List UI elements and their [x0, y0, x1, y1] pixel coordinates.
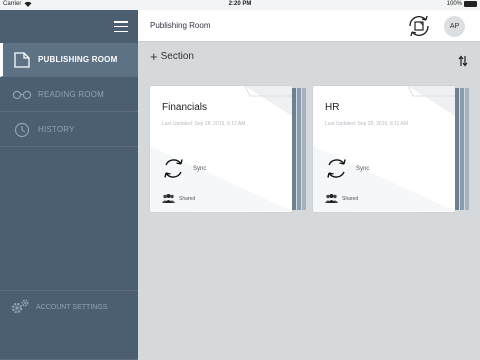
sidebar-item-label: PUBLISHING ROOM [38, 55, 118, 64]
menu-toggle-button[interactable] [114, 21, 128, 32]
card-body: Financials Last Updated: Sep 28, 2015, 8… [150, 86, 292, 212]
sidebar-item-label: READING ROOM [38, 90, 104, 99]
battery-icon [464, 1, 477, 7]
card-spine [465, 88, 469, 210]
card-body: HR Last Updated: Sep 28, 2015, 8:11 AM S… [313, 86, 455, 212]
card-sync-label: Sync [193, 166, 207, 172]
page-title: Publishing Room [150, 21, 211, 30]
card-spine [302, 88, 306, 210]
card-shared-label: Shared [342, 196, 359, 202]
account-settings-button[interactable]: ACCOUNT SETTINGS [0, 295, 138, 319]
hamburger-line [114, 21, 128, 23]
top-bar: Publishing Room AP [138, 10, 480, 42]
sync-all-button[interactable] [406, 14, 432, 38]
gears-icon [10, 298, 30, 316]
card-spine [455, 88, 459, 210]
add-section-label: Section [160, 51, 194, 62]
user-avatar[interactable]: AP [444, 16, 465, 37]
sidebar-item-history[interactable]: HISTORY [0, 113, 138, 147]
sort-arrows-icon [458, 55, 468, 67]
status-time: 2:20 PM [228, 1, 252, 7]
shared-users-icon [325, 194, 338, 203]
sync-icon[interactable] [325, 157, 348, 180]
document-icon [11, 51, 33, 68]
sidebar: PUBLISHING ROOM READING ROOM HISTORY ACC… [0, 10, 138, 360]
plus-icon: + [150, 48, 158, 64]
hamburger-line [114, 30, 128, 32]
account-settings-label: ACCOUNT SETTINGS [36, 303, 108, 311]
card-sync-label: Sync [356, 166, 370, 172]
sort-button[interactable] [458, 54, 468, 67]
card-shared-label: Shared [179, 196, 196, 202]
card-spine [292, 88, 296, 210]
sidebar-item-reading-room[interactable]: READING ROOM [0, 78, 138, 112]
card-spine [460, 88, 464, 210]
sidebar-item-label: HISTORY [38, 125, 75, 134]
status-bar: Carrier 2:20 PM 100% [0, 0, 480, 10]
sidebar-item-publishing-room[interactable]: PUBLISHING ROOM [0, 43, 138, 77]
sync-document-icon [409, 15, 429, 37]
sidebar-divider [0, 290, 138, 291]
card-title: Financials [162, 102, 208, 113]
sync-icon[interactable] [162, 157, 185, 180]
card-title: HR [325, 102, 340, 113]
section-card-hr[interactable]: HR Last Updated: Sep 28, 2015, 8:11 AM S… [313, 86, 470, 212]
clock-icon [11, 122, 33, 138]
card-last-updated: Last Updated: Sep 28, 2015, 8:11 AM [325, 121, 409, 127]
battery-info: 100% [447, 1, 477, 7]
section-card-financials[interactable]: Financials Last Updated: Sep 28, 2015, 8… [150, 86, 307, 212]
hamburger-line [114, 25, 128, 28]
shared-users-icon [162, 194, 175, 203]
add-section-button[interactable]: + Section [150, 48, 194, 64]
battery-percent: 100% [446, 1, 462, 7]
glasses-icon [11, 87, 33, 103]
card-last-updated: Last Updated: Sep 28, 2015, 8:12 AM [162, 121, 246, 127]
card-spine [297, 88, 301, 210]
